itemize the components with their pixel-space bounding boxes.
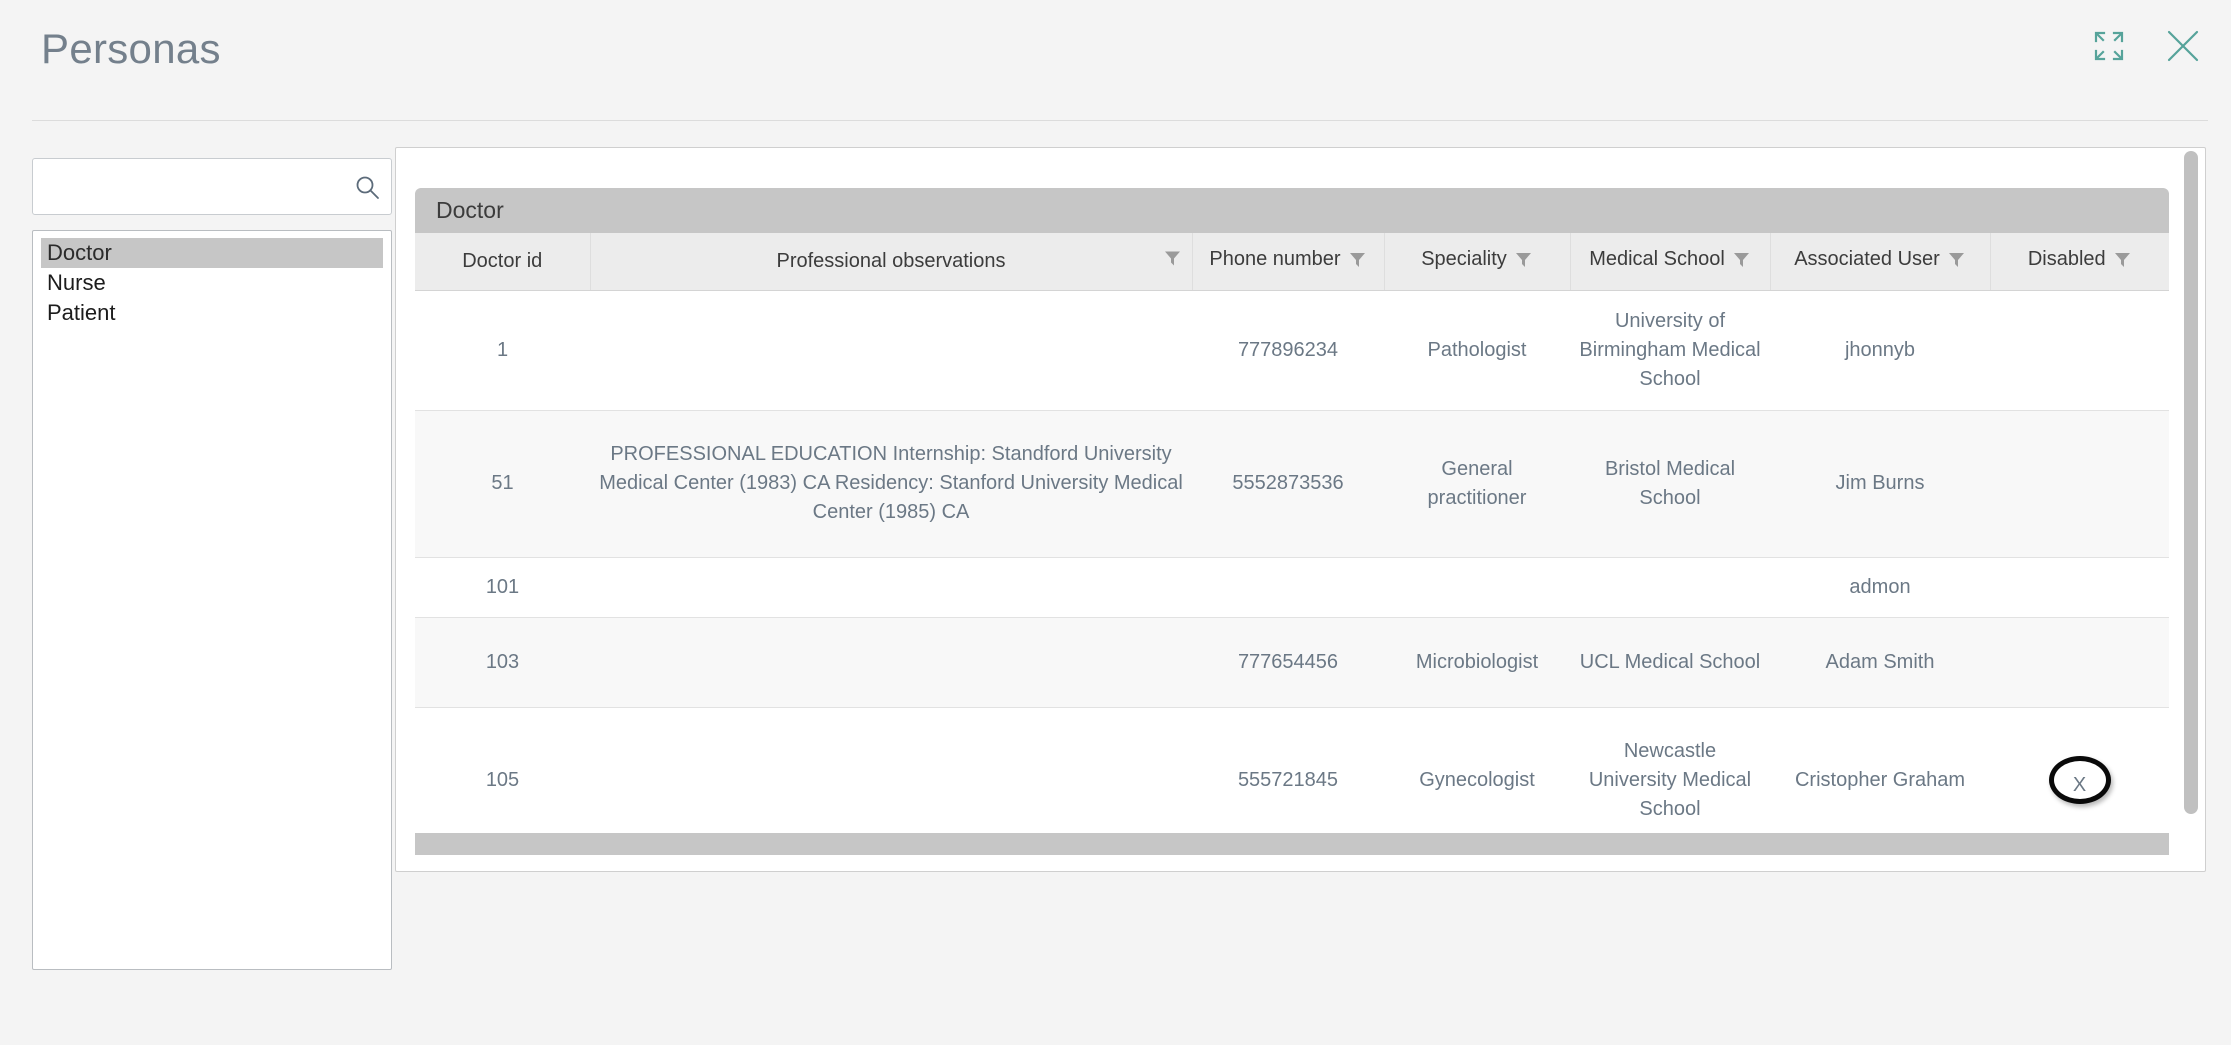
cell-doctor-id: 51 [415, 410, 590, 558]
persona-list-item-patient[interactable]: Patient [41, 298, 383, 328]
search-input[interactable] [33, 159, 351, 214]
column-header-phone-number[interactable]: Phone number [1192, 233, 1385, 291]
filter-funnel-icon[interactable] [1947, 250, 1966, 275]
cell-speciality: Pathologist [1384, 290, 1570, 411]
cell-speciality: Gynecologist [1384, 707, 1570, 833]
close-icon[interactable] [2163, 26, 2203, 66]
search-icon[interactable] [351, 171, 383, 203]
table-row[interactable]: 1 777896234 Pathologist University of Bi… [415, 290, 2169, 411]
cell-speciality: Microbiologist [1384, 617, 1570, 708]
cell-doctor-id: 101 [415, 557, 590, 618]
column-header-associated-user[interactable]: Associated User [1770, 233, 1991, 291]
cell-disabled [1990, 557, 2169, 618]
cell-phone-number [1192, 557, 1384, 618]
table-scroll-region: Doctor Doctor id Professional observatio… [415, 188, 2169, 833]
cell-disabled [1990, 290, 2169, 411]
header-actions [2089, 26, 2203, 66]
column-header-speciality-label: Speciality [1421, 247, 1507, 270]
persona-filter-pane: Doctor Nurse Patient [32, 158, 392, 970]
cell-professional-observations: PROFESSIONAL EDUCATION Internship: Stand… [590, 410, 1192, 558]
cell-speciality [1384, 557, 1570, 618]
cell-phone-number: 777654456 [1192, 617, 1384, 708]
column-header-speciality[interactable]: Speciality [1384, 233, 1571, 291]
cell-disabled [1990, 410, 2169, 558]
filter-funnel-icon[interactable] [1514, 250, 1533, 275]
table-header-row: Doctor id Professional observations Phon… [415, 233, 2169, 291]
filter-funnel-icon[interactable] [1348, 250, 1367, 275]
cell-medical-school: UCL Medical School [1570, 617, 1770, 708]
cell-doctor-id: 105 [415, 707, 590, 833]
table-row[interactable]: 51 PROFESSIONAL EDUCATION Internship: St… [415, 410, 2169, 558]
column-header-medical-school-label: Medical School [1589, 247, 1725, 270]
cell-medical-school: Bristol Medical School [1570, 410, 1770, 558]
column-header-professional-observations-label: Professional observations [776, 249, 1006, 272]
vertical-scrollbar-thumb[interactable] [2184, 151, 2198, 814]
cell-professional-observations [590, 290, 1192, 411]
cell-doctor-id: 1 [415, 290, 590, 411]
disabled-flag-annotation[interactable]: X [2048, 756, 2111, 804]
cell-speciality: General practitioner [1384, 410, 1570, 558]
column-header-disabled[interactable]: Disabled [1990, 233, 2169, 291]
table-group-header: Doctor [415, 188, 2169, 233]
cell-associated-user: jhonnyb [1770, 290, 1990, 411]
cell-phone-number: 777896234 [1192, 290, 1384, 411]
persona-list-item-doctor[interactable]: Doctor [41, 238, 383, 268]
app-header: Personas [0, 0, 2231, 121]
cell-professional-observations [590, 557, 1192, 618]
search-box [32, 158, 392, 215]
cell-professional-observations [590, 707, 1192, 833]
cell-associated-user: Adam Smith [1770, 617, 1990, 708]
cell-disabled: X [1990, 707, 2169, 833]
column-header-disabled-label: Disabled [2027, 247, 2106, 270]
cell-professional-observations [590, 617, 1192, 708]
column-header-professional-observations[interactable]: Professional observations [590, 233, 1193, 291]
filter-funnel-icon[interactable] [1732, 250, 1751, 275]
doctor-data-grid: Doctor id Professional observations Phon… [415, 233, 2169, 833]
cell-associated-user: Cristopher Graham [1770, 707, 1990, 833]
cell-phone-number: 555721845 [1192, 707, 1384, 833]
cell-associated-user: Jim Burns [1770, 410, 1990, 558]
table-row[interactable]: 105 555721845 Gynecologist Newcastle Uni… [415, 707, 2169, 833]
table-row[interactable]: 101 admon [415, 557, 2169, 618]
table-row[interactable]: 103 777654456 Microbiologist UCL Medical… [415, 617, 2169, 708]
table-body: 1 777896234 Pathologist University of Bi… [415, 290, 2169, 833]
doctor-table-panel: Doctor Doctor id Professional observatio… [395, 147, 2206, 872]
filter-funnel-icon[interactable] [2113, 250, 2132, 275]
persona-list-item-nurse[interactable]: Nurse [41, 268, 383, 298]
column-header-phone-number-label: Phone number [1209, 247, 1341, 270]
persona-list[interactable]: Doctor Nurse Patient [32, 230, 392, 970]
cell-associated-user: admon [1770, 557, 1990, 618]
cell-medical-school: University of Birmingham Medical School [1570, 290, 1770, 411]
cell-doctor-id: 103 [415, 617, 590, 708]
filter-funnel-icon[interactable] [1163, 249, 1182, 274]
horizontal-scrollbar[interactable] [415, 833, 2169, 855]
header-divider [32, 120, 2208, 121]
cell-medical-school [1570, 557, 1770, 618]
cell-phone-number: 5552873536 [1192, 410, 1384, 558]
page-title: Personas [41, 25, 221, 72]
cell-medical-school: Newcastle University Medical School [1570, 707, 1770, 833]
cell-disabled [1990, 617, 2169, 708]
table-group-title: Doctor [436, 197, 504, 223]
column-header-associated-user-label: Associated User [1794, 247, 1940, 270]
column-header-doctor-id-label: Doctor id [462, 249, 543, 272]
expand-icon[interactable] [2089, 26, 2129, 66]
column-header-doctor-id[interactable]: Doctor id [415, 233, 591, 291]
column-header-medical-school[interactable]: Medical School [1570, 233, 1771, 291]
